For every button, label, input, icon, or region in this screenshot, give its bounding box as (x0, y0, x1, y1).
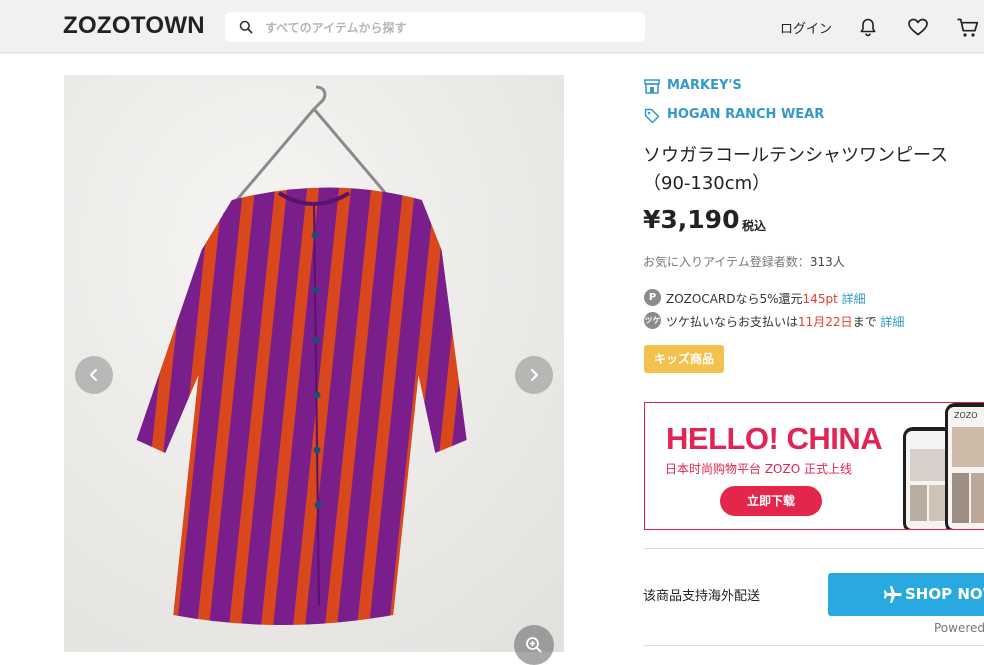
tsuke-detail-link[interactable]: 詳細 (880, 315, 904, 329)
product-image[interactable] (64, 75, 564, 652)
points-value: 145pt (802, 292, 838, 306)
tax-label: 税込 (742, 219, 767, 233)
kids-badge: キッズ商品 (644, 345, 724, 373)
tsuke-suffix: まで (852, 315, 877, 329)
points-icon: P (644, 289, 661, 306)
powered-by-text: Powered (934, 621, 984, 635)
tag-icon (644, 108, 660, 123)
heart-icon[interactable] (907, 17, 929, 37)
bell-icon[interactable] (858, 17, 878, 37)
points-detail-link[interactable]: 詳細 (842, 292, 866, 306)
tsuke-text: ツケ払いならお支払いは (666, 315, 799, 329)
favorites-count: お気に入りアイテム登録者数：313人 (643, 253, 845, 270)
zoom-button[interactable] (514, 625, 554, 665)
product-price: ¥3,190 (643, 205, 740, 234)
section-divider (644, 548, 984, 549)
shop-now-button[interactable]: SHOP NOW (828, 573, 984, 616)
phone-brand: ZOZO (954, 411, 978, 420)
product-title: ソウガラコールテンシャツワンピース（90-130cm） (643, 145, 949, 194)
prev-image-button[interactable] (75, 356, 113, 394)
chevron-right-icon (530, 368, 539, 382)
tsuke-date: 11月22日 (798, 315, 853, 329)
hello-china-banner[interactable]: HELLO! CHINA 日本时尚购物平台 ZOZO 正式上线 立即下载 ZOZ… (644, 402, 984, 530)
zozotown-logo[interactable]: ZOZOTOWN (63, 12, 205, 40)
points-text: ZOZOCARDなら5%還元 (666, 292, 803, 306)
cart-icon[interactable] (956, 17, 980, 39)
search-box[interactable] (225, 12, 645, 42)
tsuke-icon: ツケ (644, 312, 661, 329)
shop-name: MARKEY'S (667, 78, 742, 93)
overseas-shipping-text: 该商品支持海外配送 (643, 589, 761, 604)
zoom-in-icon (526, 637, 542, 653)
site-header: ZOZOTOWN ログイン (0, 0, 984, 53)
brand-name: HOGAN RANCH WEAR (667, 107, 825, 122)
login-link[interactable]: ログイン (780, 18, 832, 37)
favorites-label: お気に入りアイテム登録者数： (643, 255, 810, 269)
banner-headline: HELLO! CHINA (666, 421, 883, 456)
product-photo-illustration (64, 75, 564, 652)
airplane-icon (883, 586, 902, 603)
banner-subtitle: 日本时尚购物平台 ZOZO 正式上线 (665, 462, 852, 476)
chevron-left-icon (89, 368, 98, 382)
shop-icon (644, 79, 660, 94)
search-input[interactable] (263, 16, 637, 40)
phone-illustration-front: ZOZO (945, 403, 984, 529)
favorites-number: 313人 (809, 255, 845, 269)
next-image-button[interactable] (515, 356, 553, 394)
section-divider-bottom (644, 645, 984, 646)
shop-now-label: SHOP NOW (905, 585, 984, 603)
download-button[interactable]: 立即下载 (720, 486, 822, 516)
search-icon (239, 20, 253, 34)
